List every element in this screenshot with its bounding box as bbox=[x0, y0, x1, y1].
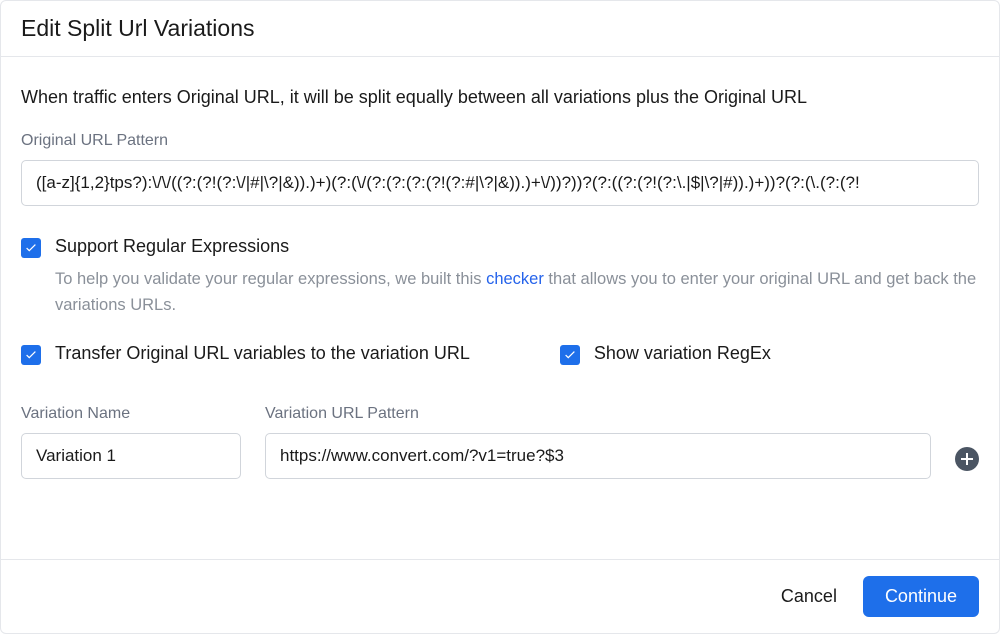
cancel-button[interactable]: Cancel bbox=[775, 578, 843, 615]
secondary-checkboxes: Transfer Original URL variables to the v… bbox=[21, 343, 979, 373]
variation-url-column: Variation URL Pattern bbox=[265, 405, 931, 479]
regex-checkbox-row: Support Regular Expressions bbox=[21, 236, 979, 258]
modal-title: Edit Split Url Variations bbox=[21, 15, 979, 42]
transfer-checkbox[interactable] bbox=[21, 345, 41, 365]
check-icon bbox=[24, 348, 38, 362]
variation-row: Variation Name Variation URL Pattern bbox=[21, 405, 979, 479]
check-icon bbox=[563, 348, 577, 362]
variation-name-column: Variation Name bbox=[21, 405, 241, 479]
modal-content: When traffic enters Original URL, it wil… bbox=[1, 57, 999, 559]
regex-checkbox-label: Support Regular Expressions bbox=[55, 236, 289, 257]
transfer-checkbox-label: Transfer Original URL variables to the v… bbox=[55, 343, 470, 364]
variation-name-input[interactable] bbox=[21, 433, 241, 479]
intro-text: When traffic enters Original URL, it wil… bbox=[21, 87, 979, 108]
plus-icon bbox=[961, 453, 973, 465]
regex-checkbox[interactable] bbox=[21, 238, 41, 258]
show-regex-checkbox-row: Show variation RegEx bbox=[560, 343, 771, 365]
edit-split-url-modal: Edit Split Url Variations When traffic e… bbox=[0, 0, 1000, 634]
original-url-input[interactable] bbox=[21, 160, 979, 206]
modal-header: Edit Split Url Variations bbox=[1, 1, 999, 57]
continue-button[interactable]: Continue bbox=[863, 576, 979, 617]
checker-link[interactable]: checker bbox=[486, 270, 544, 288]
regex-help-prefix: To help you validate your regular expres… bbox=[55, 270, 486, 288]
original-url-field: Original URL Pattern bbox=[21, 132, 979, 206]
variation-url-input[interactable] bbox=[265, 433, 931, 479]
add-variation-column bbox=[955, 447, 979, 479]
modal-footer: Cancel Continue bbox=[1, 559, 999, 633]
check-icon bbox=[24, 241, 38, 255]
original-url-label: Original URL Pattern bbox=[21, 132, 979, 150]
transfer-checkbox-row: Transfer Original URL variables to the v… bbox=[21, 343, 470, 365]
regex-help-text: To help you validate your regular expres… bbox=[55, 266, 979, 319]
show-regex-checkbox-label: Show variation RegEx bbox=[594, 343, 771, 364]
variation-name-label: Variation Name bbox=[21, 405, 241, 423]
add-variation-button[interactable] bbox=[955, 447, 979, 471]
show-regex-checkbox[interactable] bbox=[560, 345, 580, 365]
variation-url-label: Variation URL Pattern bbox=[265, 405, 931, 423]
